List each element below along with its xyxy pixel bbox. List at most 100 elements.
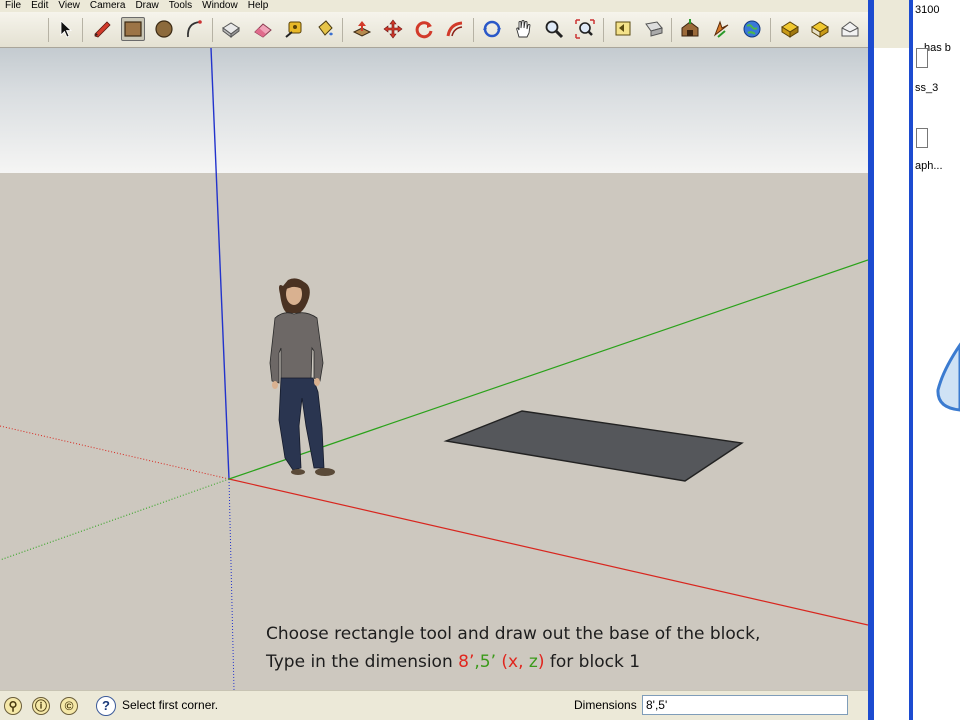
instruction-suffix: for block 1 (544, 652, 641, 672)
right-window-text-3: ss_3 (915, 82, 939, 94)
3d-warehouse-button[interactable] (678, 17, 702, 41)
right-window-text-4: aph... (915, 160, 943, 172)
menu-draw[interactable]: Draw (130, 0, 163, 11)
standard-view-icon (811, 21, 829, 38)
hand-icon (516, 20, 531, 38)
toolbar-separator (603, 18, 604, 42)
toolbar-separator (671, 18, 672, 42)
move-tool-button[interactable] (381, 17, 405, 41)
dimensions-label: Dimensions (574, 698, 637, 712)
make-component-button[interactable] (219, 17, 243, 41)
teardrop-shape-icon (936, 342, 960, 412)
pencil-tool-button[interactable] (90, 17, 114, 41)
window-border (868, 0, 874, 720)
status-bar: ⚲ ⓘ © ? Select first corner. Dimensions … (0, 690, 868, 720)
rotate-tool-button[interactable] (412, 17, 436, 41)
arc-tool-button[interactable] (182, 17, 206, 41)
get-models-button[interactable] (778, 17, 802, 41)
instruction-x-value: 8’ (458, 652, 475, 672)
instruction-line-1: Choose rectangle tool and draw out the b… (266, 624, 761, 644)
tape-measure-icon (285, 21, 302, 38)
toolbar-separator (473, 18, 474, 42)
user-account-icon[interactable]: © (60, 697, 78, 715)
window-toolbar-strip (874, 0, 909, 48)
menu-window[interactable]: Window (197, 0, 243, 11)
sky (0, 48, 868, 173)
standard-view-button[interactable] (808, 17, 832, 41)
eraser-tool-button[interactable] (251, 17, 275, 41)
dimensions-input[interactable]: 8',5' (642, 695, 848, 715)
rotate-icon (415, 21, 433, 39)
magnifier-icon (545, 20, 564, 39)
toolbar-separator (770, 18, 771, 42)
next-view-icon (645, 21, 663, 37)
circle-tool-button[interactable] (152, 17, 176, 41)
rectangle-icon (124, 21, 142, 37)
get-models-icon (781, 21, 799, 38)
tutorial-instructions: Choose rectangle tool and draw out the b… (266, 620, 866, 676)
arc-icon (187, 20, 202, 38)
warehouse-icon (681, 19, 699, 37)
menu-file[interactable]: File (0, 0, 26, 11)
document-icon[interactable] (916, 128, 928, 148)
follow-me-icon (446, 21, 463, 37)
eraser-icon (254, 23, 272, 38)
instruction-sep: , (518, 652, 529, 672)
main-toolbar (0, 12, 868, 48)
status-message: Select first corner. (122, 698, 219, 712)
toolbar-separator (342, 18, 343, 42)
paint-bucket-tool-button[interactable] (313, 17, 337, 41)
instruction-z-label: z (528, 652, 538, 672)
follow-me-tool-button[interactable] (443, 17, 467, 41)
pencil-icon (94, 21, 111, 38)
paint-bucket-icon (318, 20, 333, 36)
toolbar-separator (48, 18, 49, 42)
instruction-z-value: 5’ (479, 652, 496, 672)
toolbar-separator (82, 18, 83, 42)
house-view-icon (841, 21, 859, 37)
previous-view-button[interactable] (611, 17, 635, 41)
zoom-extents-icon (575, 19, 595, 39)
rectangle-tool-button[interactable] (121, 17, 145, 41)
component-icon (222, 22, 240, 38)
select-tool-button[interactable] (54, 17, 78, 41)
pan-tool-button[interactable] (511, 17, 535, 41)
push-pull-tool-button[interactable] (350, 17, 374, 41)
next-view-button[interactable] (642, 17, 666, 41)
instruction-prefix: Type in the dimension (266, 652, 459, 672)
menu-view[interactable]: View (53, 0, 85, 11)
right-window-text-2: has b (924, 42, 951, 54)
menu-camera[interactable]: Camera (85, 0, 131, 11)
drawing-viewport[interactable]: Choose rectangle tool and draw out the b… (0, 48, 868, 690)
credits-icon[interactable]: ⓘ (32, 697, 50, 715)
background-window[interactable]: 3100 has b ss_3 aph... (868, 0, 960, 720)
move-icon (383, 19, 403, 39)
previous-view-icon (615, 21, 631, 36)
standard-view-2-button[interactable] (838, 17, 862, 41)
menu-tools[interactable]: Tools (164, 0, 197, 11)
component-button[interactable] (709, 17, 733, 41)
zoom-extents-tool-button[interactable] (573, 17, 597, 41)
zoom-tool-button[interactable] (542, 17, 566, 41)
arrow-cursor-icon (60, 20, 73, 38)
orbit-tool-button[interactable] (480, 17, 504, 41)
instruction-paren-close: ) (537, 652, 545, 672)
help-icon[interactable]: ? (96, 696, 116, 716)
ground-plane[interactable] (0, 173, 868, 690)
menu-help[interactable]: Help (243, 0, 274, 11)
menu-bar: File Edit View Camera Draw Tools Window Help (0, 0, 868, 12)
document-icon[interactable] (916, 48, 928, 68)
instruction-line-2: Type in the dimension 8’,5’ (x, z) for b… (266, 648, 866, 676)
circle-icon (155, 20, 173, 38)
component-browser-icon (713, 20, 729, 38)
instruction-x-label: x (508, 652, 519, 672)
globe-icon (743, 20, 761, 38)
right-window-text-1: 3100 (915, 4, 940, 16)
geo-location-icon[interactable]: ⚲ (4, 697, 22, 715)
scene-canvas[interactable] (0, 48, 868, 690)
orbit-icon (483, 20, 501, 38)
menu-edit[interactable]: Edit (26, 0, 53, 11)
share-model-button[interactable] (740, 17, 764, 41)
tape-measure-tool-button[interactable] (282, 17, 306, 41)
push-pull-icon (352, 21, 372, 37)
